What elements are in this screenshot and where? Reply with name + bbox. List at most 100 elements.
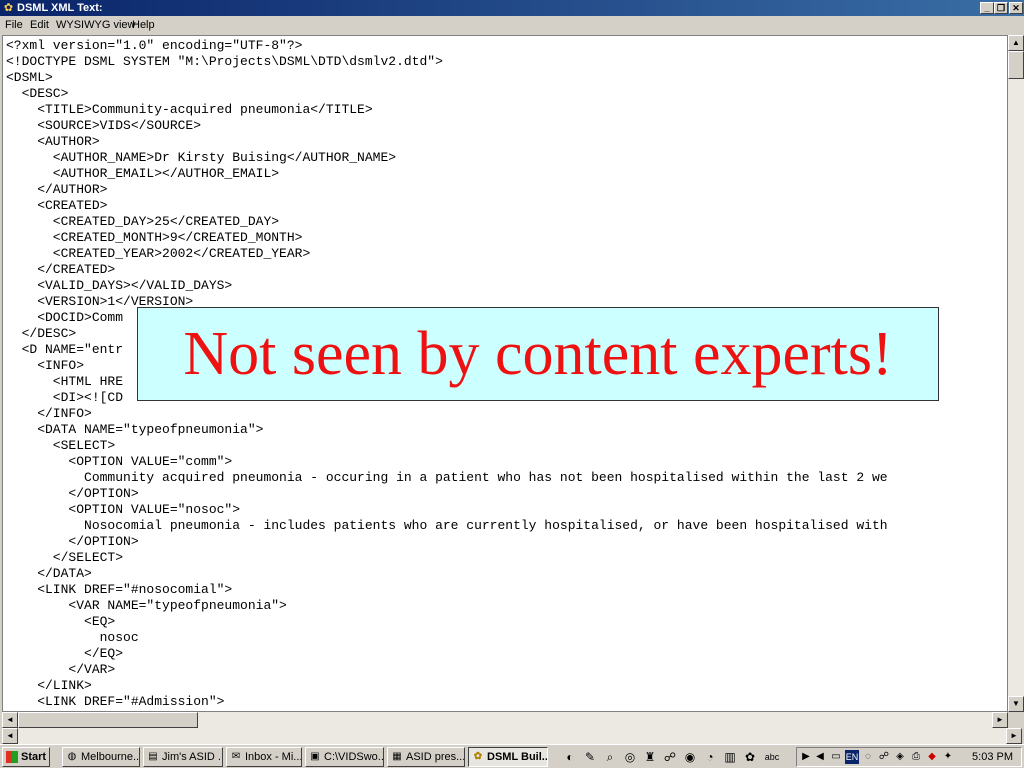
menu-edit[interactable]: Edit [30,18,49,32]
code-line: </SELECT> [6,550,124,565]
search-icon[interactable]: ⌕ [602,749,618,765]
code-line: <DI><![CD [6,390,124,405]
code-line: <DOCID>Comm [6,310,124,325]
code-line: Community acquired pneumonia - occuring … [6,470,888,485]
code-line: <CREATED_MONTH>9</CREATED_MONTH> [6,230,303,245]
code-line: </CREATED> [6,262,116,277]
code-line: <EQ> [6,614,116,629]
code-line: <!DOCTYPE DSML SYSTEM "M:\Projects\DSML\… [6,54,443,69]
scroll-left-button[interactable]: ◄ [2,712,18,728]
window-title: DSML XML Text: [17,2,103,14]
menu-wysiwyg-view[interactable]: WYSIWYG view [56,18,135,32]
task-label: Melbourne... [81,751,140,763]
system-tray: ▶ ◀ ▭ EN ◌ ☍ ◈ ⎙ ◆ ✦ 5:03 PM [796,747,1022,767]
window-horizontal-scrollbar[interactable]: ◄ ► [2,728,1022,744]
app-icon[interactable]: ✿ [742,749,758,765]
code-line: <SELECT> [6,438,116,453]
code-line: <CREATED_DAY>25</CREATED_DAY> [6,214,280,229]
start-label: Start [21,751,47,763]
code-line: <?xml version="1.0" encoding="UTF-8"?> [6,38,303,53]
minimize-button[interactable]: _ [980,2,994,14]
network-status-icon[interactable]: ☍ [877,750,891,764]
folder-icon: ▣ [310,751,320,762]
play-icon[interactable]: ▶ [799,750,813,764]
menu-file[interactable]: File [5,18,23,32]
code-line: </AUTHOR> [6,182,108,197]
code-line: </INFO> [6,406,92,421]
code-line: </OPTION> [6,534,139,549]
vertical-scrollbar[interactable]: ▲ ▼ [1008,35,1024,712]
horizontal-scrollbar[interactable]: ◄ ► [2,712,1008,728]
ie-icon[interactable]: ◐ [562,749,578,765]
globe-icon[interactable]: ◉ [682,749,698,765]
code-line: <DATA NAME="typeofpneumonia"> [6,422,264,437]
shield-icon[interactable]: ◆ [925,750,939,764]
network-icon[interactable]: ☍ [662,749,678,765]
app-icon: ✿ [3,2,14,14]
code-line: <OPTION VALUE="nosoc"> [6,502,241,517]
tools-icon[interactable]: ♜ [642,749,658,765]
window-scroll-right-button[interactable]: ► [1006,728,1022,744]
task-button-vidswo-folder[interactable]: ▣ C:\VIDSwo... [305,747,384,767]
scroll-up-button[interactable]: ▲ [1008,35,1024,51]
task-button-jims-asid[interactable]: ▤ Jim's ASID ... [143,747,223,767]
annotation-callout: Not seen by content experts! [137,307,939,401]
start-button[interactable]: Start [2,747,50,767]
task-button-inbox[interactable]: ✉ Inbox - Mi... [226,747,302,767]
clock: 5:03 PM [972,751,1013,763]
code-line: <AUTHOR_NAME>Dr Kirsty Buising</AUTHOR_N… [6,150,397,165]
menu-help[interactable]: Help [132,18,155,32]
code-line: <VALID_DAYS></VALID_DAYS> [6,278,233,293]
vertical-scroll-thumb[interactable] [1008,51,1024,79]
code-line: </EQ> [6,646,124,661]
task-label: DSML Buil... [487,751,548,763]
mail-icon[interactable]: ◎ [622,749,638,765]
scroll-down-button[interactable]: ▼ [1008,696,1024,712]
task-label: Jim's ASID ... [162,751,223,763]
scroll-right-button[interactable]: ► [992,712,1008,728]
presentation-icon: ▦ [392,751,402,762]
close-button[interactable]: ✕ [1009,2,1023,14]
title-bar: ✿ DSML XML Text: _ ❐ ✕ [0,0,1024,16]
language-indicator[interactable]: EN [845,750,859,764]
printer-icon[interactable]: ⎙ [909,750,923,764]
keyboard-icon[interactable]: abc [764,749,780,765]
code-line: nosoc [6,630,139,645]
code-line: <LINK DREF="#nosocomial"> [6,582,233,597]
code-line: <CREATED> [6,198,108,213]
document-icon: ▤ [148,751,158,762]
horizontal-scroll-thumb[interactable] [18,712,198,728]
maximize-button[interactable]: ❐ [994,2,1008,14]
code-line: </VAR> [6,662,116,677]
task-button-melbourne[interactable]: ◍ Melbourne... [62,747,140,767]
task-button-asid-pres[interactable]: ▦ ASID pres... [387,747,465,767]
code-line: </DATA> [6,566,92,581]
chat-icon[interactable]: ✦ [941,750,955,764]
volume-icon[interactable]: ◀ [813,750,827,764]
menu-bar: File Edit WYSIWYG view Help [0,16,1024,34]
code-line: <AUTHOR_EMAIL></AUTHOR_EMAIL> [6,166,280,181]
code-line: <OPTION VALUE="comm"> [6,454,233,469]
mail-icon: ✉ [231,751,241,762]
task-label: C:\VIDSwo... [324,751,384,763]
code-line: </DESC> [6,326,77,341]
antivirus-icon[interactable]: ◈ [893,750,907,764]
code-line: <LINK DREF="#Admission"> [6,694,225,709]
help-icon[interactable]: ◔ [702,749,718,765]
display-icon[interactable]: ▭ [829,750,843,764]
calculator-icon[interactable]: ▥ [722,749,738,765]
task-button-dsml-builder[interactable]: ✿ DSML Buil... [468,747,548,767]
windows-logo-icon [6,751,18,763]
callout-text: Not seen by content experts! [183,320,893,388]
code-line: <DSML> [6,70,53,85]
code-line: <VAR NAME="typeofpneumonia"> [6,598,287,613]
app-icon: ✿ [473,751,483,762]
notepad-icon[interactable]: ✎ [582,749,598,765]
code-line: <HTML HRE [6,374,124,389]
code-line: </OPTION> [6,486,139,501]
taskbar: Start ◍ Melbourne... ▤ Jim's ASID ... ✉ … [0,744,1024,768]
window-scroll-left-button[interactable]: ◄ [2,728,18,744]
code-line: <AUTHOR> [6,134,100,149]
code-line: <TITLE>Community-acquired pneumonia</TIT… [6,102,373,117]
tray-app-icon[interactable]: ◌ [861,750,875,764]
